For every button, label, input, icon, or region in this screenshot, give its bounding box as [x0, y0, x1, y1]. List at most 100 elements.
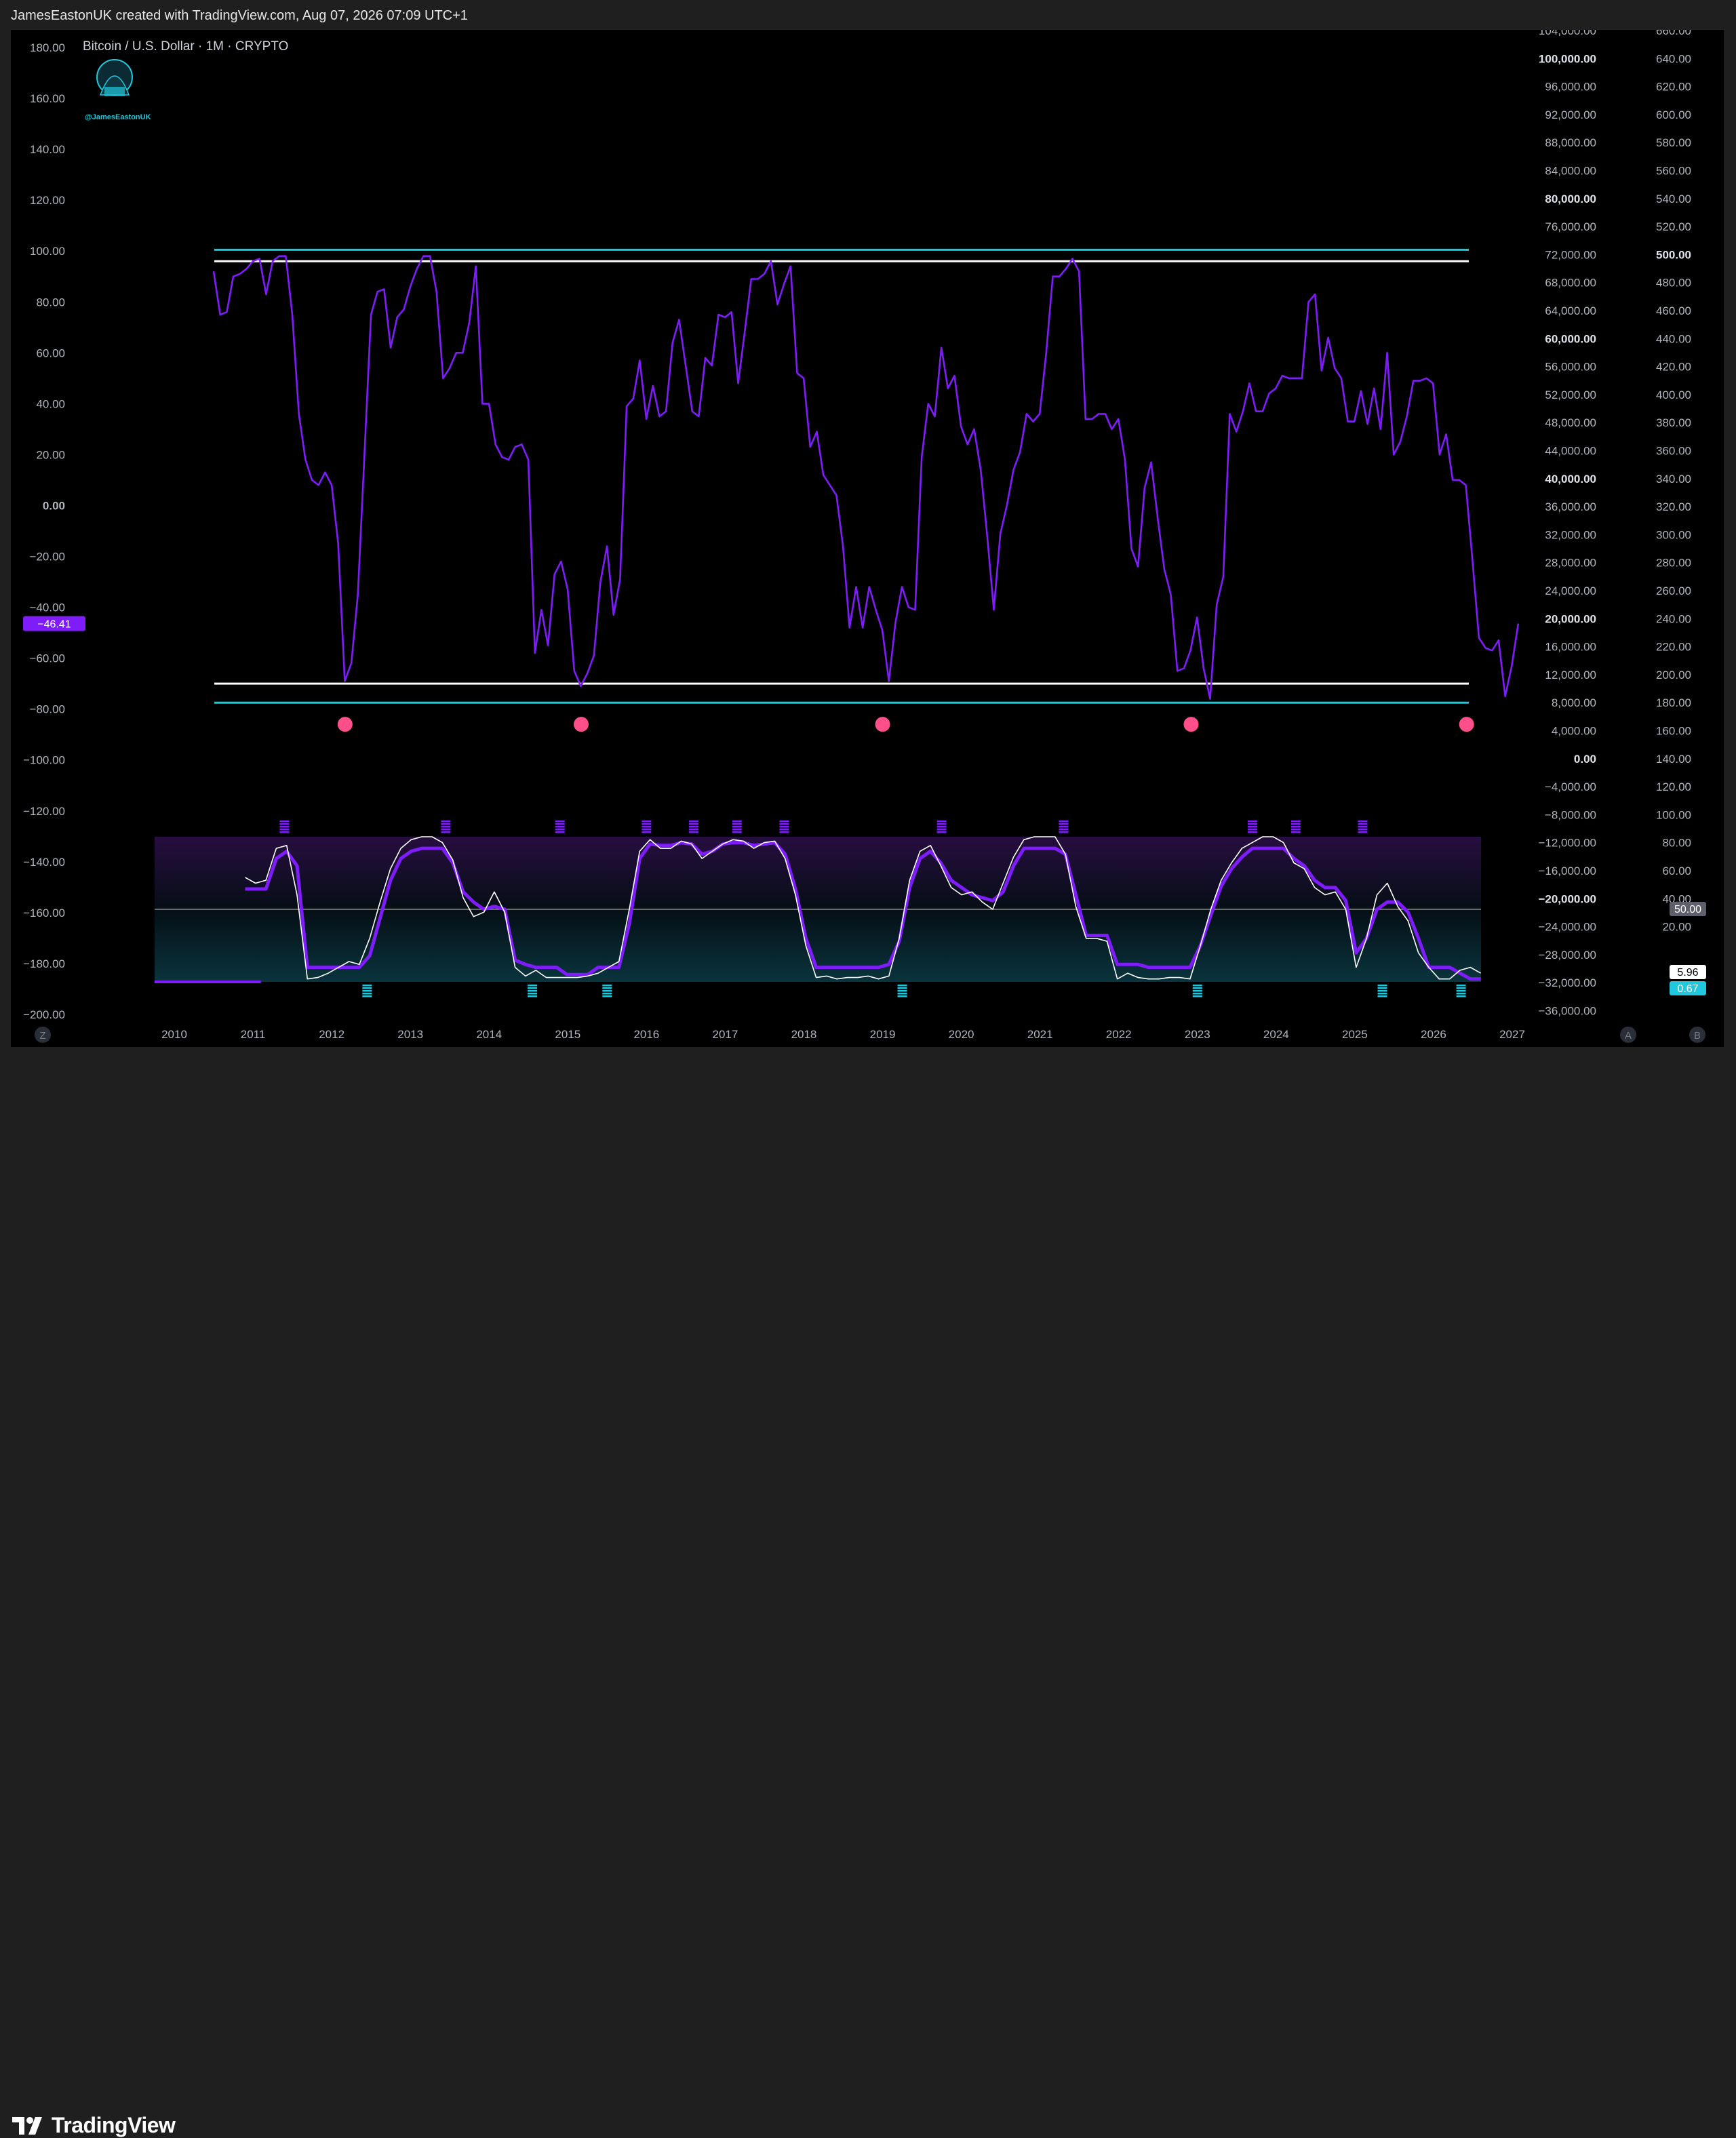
outer-axis-tick-label: 320.00	[1656, 500, 1691, 513]
stoch-buy-marker	[528, 995, 538, 997]
price-axis-tick-label: 44,000.00	[1545, 445, 1596, 458]
stoch-buy-marker	[602, 985, 612, 987]
stoch-sell-marker	[555, 829, 565, 831]
left-axis-tick-label: −200.00	[23, 1008, 65, 1021]
stoch-sell-marker	[1248, 823, 1258, 825]
price-axis-tick-label: 80,000.00	[1545, 193, 1596, 205]
cycle-bottom-marker	[574, 717, 589, 732]
stoch-buy-marker	[1377, 995, 1387, 997]
stoch-buy-marker	[1456, 993, 1466, 995]
stoch-sell-marker	[441, 831, 451, 833]
outer-axis-tick-label: 620.00	[1656, 81, 1691, 94]
price-axis-tick-label: −24,000.00	[1538, 921, 1596, 934]
outer-axis-tick-label: 400.00	[1656, 389, 1691, 401]
x-axis-tick-label: 2017	[713, 1028, 738, 1041]
stoch-buy-marker	[602, 987, 612, 989]
stoch-buy-marker	[1192, 995, 1202, 997]
stoch-sell-marker	[688, 823, 698, 825]
cycle-bottom-marker	[875, 717, 890, 732]
stoch-sell-marker	[1059, 829, 1069, 831]
left-axis-tick-label: 20.00	[36, 448, 65, 461]
x-axis-tick-label: 2011	[241, 1028, 266, 1041]
x-axis-tick-label: 2012	[319, 1028, 344, 1041]
outer-axis-tick-label: 500.00	[1656, 248, 1691, 261]
stoch-sell-marker	[936, 831, 947, 833]
stoch-buy-marker	[362, 990, 372, 992]
price-axis-tick-label: 32,000.00	[1545, 528, 1596, 541]
x-axis-tick-label: 2014	[476, 1028, 502, 1041]
stoch-buy-marker	[1456, 985, 1466, 987]
stoch-sell-marker	[441, 823, 451, 825]
x-axis-tick-label: 2015	[555, 1028, 580, 1041]
stoch-sell-marker	[779, 820, 789, 823]
stoch-sell-marker	[936, 829, 947, 831]
brand-name: TradingView	[52, 2113, 176, 2137]
cycle-bottom-marker	[1459, 717, 1474, 732]
left-axis-tick-label: −160.00	[23, 907, 65, 919]
stoch-sell-marker	[1248, 820, 1258, 823]
stoch-sell-marker	[732, 823, 742, 825]
stoch-buy-marker	[1377, 990, 1387, 992]
stoch-sell-marker	[555, 826, 565, 828]
outer-axis-tick-label: 180.00	[1656, 696, 1691, 709]
outer-axis-tick-label: 120.00	[1656, 780, 1691, 793]
outer-axis-tick-label: 220.00	[1656, 641, 1691, 654]
stoch-sell-marker	[441, 820, 451, 823]
stoch-buy-marker	[528, 987, 538, 989]
left-axis-tick-label: 140.00	[30, 143, 65, 156]
outer-axis-tick-label: 380.00	[1656, 416, 1691, 429]
outer-axis-tick-label: 640.00	[1656, 52, 1691, 65]
x-axis-tick-label: 2025	[1342, 1028, 1368, 1041]
x-axis-tick-label: 2022	[1106, 1028, 1132, 1041]
outer-axis-tick-label: 80.00	[1662, 837, 1691, 850]
stoch-buy-marker	[362, 985, 372, 987]
chart-area[interactable]: 2010 2011 2012 2013 2014 2015 2016 2017 2018 2019…	[11, 24, 1724, 1047]
stoch-sell-marker	[1248, 826, 1258, 828]
outer-axis-tick-label: 360.00	[1656, 445, 1691, 458]
stoch-sell-marker	[732, 820, 742, 823]
x-axis-tick-label: 2026	[1421, 1028, 1446, 1041]
outer-axis-tick-label: 260.00	[1656, 585, 1691, 597]
stoch-sell-marker	[1290, 831, 1301, 833]
stoch-buy-marker	[1377, 985, 1387, 987]
stoch-sell-marker	[779, 826, 789, 828]
price-axis-tick-label: −12,000.00	[1538, 837, 1596, 850]
left-axis-tick-label: −120.00	[23, 805, 65, 818]
price-axis-tick-label: 88,000.00	[1545, 136, 1596, 149]
left-axis-tick-label: 100.00	[30, 245, 65, 258]
left-axis-tick-label: −40.00	[30, 601, 65, 614]
left-axis-tick-label: 80.00	[36, 296, 65, 309]
stoch-sell-marker	[279, 831, 290, 833]
stoch-buy-marker	[1377, 993, 1387, 995]
stoch-buy-marker	[1456, 995, 1466, 997]
x-axis-tick-label: 2019	[870, 1028, 896, 1041]
stoch-sell-marker	[936, 823, 947, 825]
stoch-sell-marker	[779, 831, 789, 833]
stoch-buy-marker	[602, 993, 612, 995]
stoch-sell-marker	[555, 823, 565, 825]
attribution-bar: JamesEastonUK created with TradingView.c…	[0, 0, 1736, 30]
laptop-icon	[104, 87, 125, 96]
stoch-buy-marker	[1192, 993, 1202, 995]
stoch-sell-marker	[1358, 826, 1368, 828]
stoch-sell-marker	[1248, 831, 1258, 833]
price-axis-tick-label: 20,000.00	[1545, 612, 1596, 625]
stoch-sell-marker	[642, 820, 652, 823]
outer-axis-tick-label: 280.00	[1656, 557, 1691, 570]
stoch-sell-marker	[1290, 826, 1301, 828]
cycle-bottom-marker	[1183, 717, 1199, 732]
chart-svg[interactable]: 2010 2011 2012 2013 2014 2015 2016 2017 2018 2019…	[11, 24, 1724, 1047]
stoch-sell-marker	[688, 826, 698, 828]
price-axis-tick-label: 64,000.00	[1545, 304, 1596, 317]
tradingview-logo[interactable]: TradingView	[12, 2113, 176, 2138]
stoch-sell-marker	[732, 831, 742, 833]
outer-axis-tick-label: 20.00	[1662, 921, 1691, 934]
stoch-sell-marker	[936, 820, 947, 823]
price-axis-tick-label: 36,000.00	[1545, 500, 1596, 513]
stoch-sell-marker	[688, 829, 698, 831]
stoch-sell-marker	[732, 826, 742, 828]
stoch-buy-marker	[897, 987, 907, 989]
stoch-sell-marker	[279, 826, 290, 828]
stoch-sell-marker	[1248, 829, 1258, 831]
scale-mode-button-label: B	[1694, 1030, 1701, 1042]
